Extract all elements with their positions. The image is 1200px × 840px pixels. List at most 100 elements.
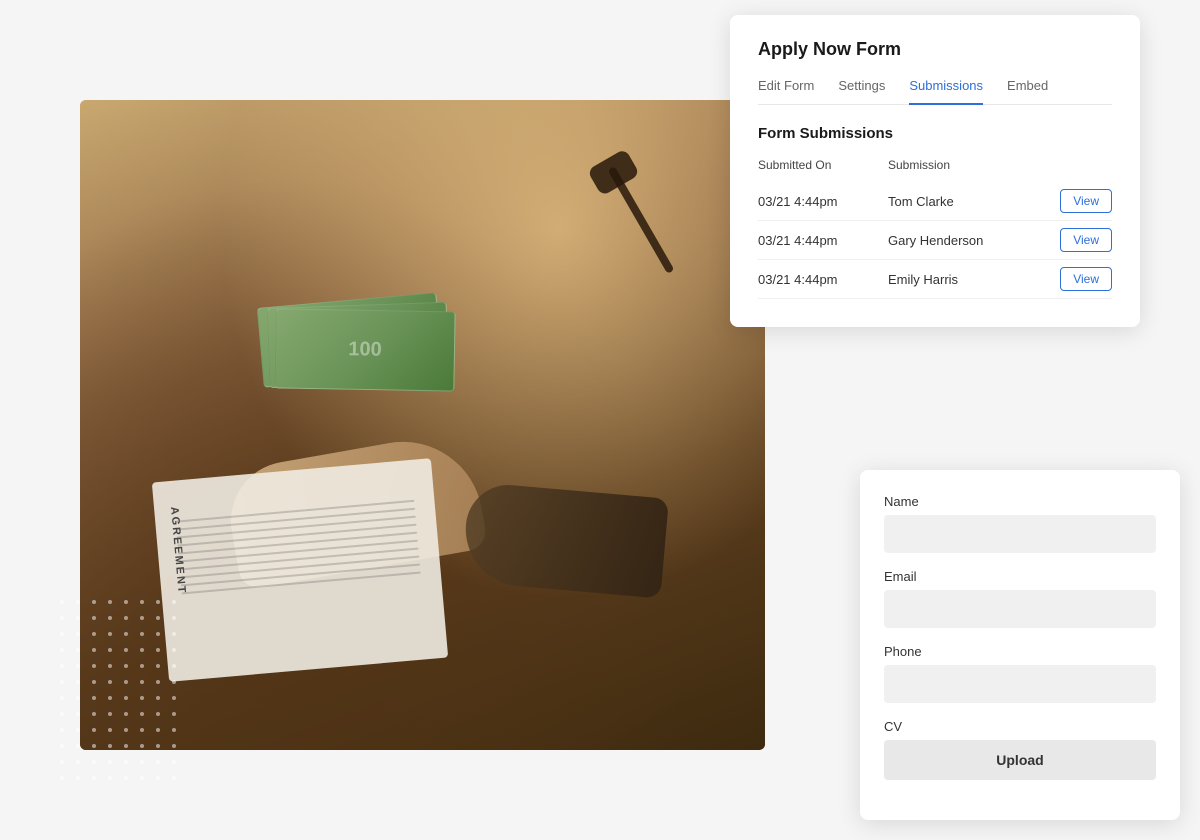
dot bbox=[140, 728, 144, 732]
dot bbox=[156, 696, 160, 700]
tab-bar: Edit Form Settings Submissions Embed bbox=[758, 78, 1112, 105]
dot bbox=[60, 696, 64, 700]
submissions-panel: Apply Now Form Edit Form Settings Submis… bbox=[730, 15, 1140, 327]
dot bbox=[124, 744, 128, 748]
dot bbox=[124, 600, 128, 604]
upload-button[interactable]: Upload bbox=[884, 740, 1156, 780]
dot bbox=[172, 648, 176, 652]
dot bbox=[140, 600, 144, 604]
dot bbox=[92, 696, 96, 700]
row-date-3: 03/21 4:44pm bbox=[758, 272, 888, 287]
dot bbox=[92, 648, 96, 652]
dot bbox=[92, 680, 96, 684]
dot bbox=[124, 728, 128, 732]
dot bbox=[124, 760, 128, 764]
dot bbox=[140, 776, 144, 780]
dot-pattern-decoration bbox=[60, 600, 200, 780]
tab-edit-form[interactable]: Edit Form bbox=[758, 78, 814, 105]
dot bbox=[60, 728, 64, 732]
dot bbox=[76, 696, 80, 700]
phone-input-display[interactable] bbox=[884, 665, 1156, 703]
dot bbox=[172, 632, 176, 636]
form-group-cv: CV Upload bbox=[884, 719, 1156, 780]
dot bbox=[92, 616, 96, 620]
phone-label: Phone bbox=[884, 644, 1156, 659]
dot bbox=[124, 680, 128, 684]
dot bbox=[76, 712, 80, 716]
dot bbox=[108, 776, 112, 780]
dot bbox=[76, 744, 80, 748]
form-group-email: Email bbox=[884, 569, 1156, 628]
dot bbox=[76, 728, 80, 732]
dot bbox=[76, 632, 80, 636]
dot bbox=[76, 760, 80, 764]
tab-submissions[interactable]: Submissions bbox=[909, 78, 983, 105]
dot bbox=[60, 712, 64, 716]
dot bbox=[108, 696, 112, 700]
dot bbox=[124, 664, 128, 668]
dot bbox=[156, 728, 160, 732]
dot bbox=[156, 744, 160, 748]
bill-3 bbox=[274, 308, 455, 391]
dot bbox=[140, 744, 144, 748]
tab-embed[interactable]: Embed bbox=[1007, 78, 1048, 105]
col-header-action bbox=[1052, 158, 1112, 172]
row-action-2: View bbox=[1052, 228, 1112, 252]
dot bbox=[140, 632, 144, 636]
dot bbox=[92, 600, 96, 604]
row-name-2: Gary Henderson bbox=[888, 233, 1052, 248]
name-label: Name bbox=[884, 494, 1156, 509]
dot bbox=[60, 760, 64, 764]
dot bbox=[156, 712, 160, 716]
dot bbox=[92, 776, 96, 780]
dot bbox=[124, 776, 128, 780]
dot bbox=[156, 632, 160, 636]
row-action-3: View bbox=[1052, 267, 1112, 291]
gavel-decoration bbox=[608, 166, 675, 274]
dot bbox=[124, 616, 128, 620]
email-input-display[interactable] bbox=[884, 590, 1156, 628]
form-group-name: Name bbox=[884, 494, 1156, 553]
col-header-submission: Submission bbox=[888, 158, 1052, 172]
dot bbox=[140, 648, 144, 652]
row-name-1: Tom Clarke bbox=[888, 194, 1052, 209]
table-row: 03/21 4:44pm Emily Harris View bbox=[758, 260, 1112, 299]
dot bbox=[156, 600, 160, 604]
dot bbox=[60, 664, 64, 668]
name-input-display[interactable] bbox=[884, 515, 1156, 553]
col-header-date: Submitted On bbox=[758, 158, 888, 172]
dot bbox=[172, 600, 176, 604]
dot bbox=[76, 776, 80, 780]
dot bbox=[92, 664, 96, 668]
dot bbox=[156, 648, 160, 652]
dot bbox=[108, 632, 112, 636]
dot bbox=[156, 776, 160, 780]
dot bbox=[76, 616, 80, 620]
dot bbox=[92, 712, 96, 716]
tab-settings[interactable]: Settings bbox=[838, 78, 885, 105]
hand-right bbox=[461, 481, 669, 598]
dot bbox=[60, 616, 64, 620]
row-name-3: Emily Harris bbox=[888, 272, 1052, 287]
dot bbox=[108, 664, 112, 668]
view-button-2[interactable]: View bbox=[1060, 228, 1112, 252]
dot bbox=[108, 728, 112, 732]
dot bbox=[140, 696, 144, 700]
dot bbox=[140, 616, 144, 620]
doc-lines bbox=[175, 500, 421, 601]
dot bbox=[92, 728, 96, 732]
view-button-3[interactable]: View bbox=[1060, 267, 1112, 291]
dot bbox=[172, 680, 176, 684]
page-container: Apply Now Form Edit Form Settings Submis… bbox=[0, 0, 1200, 840]
dot bbox=[124, 648, 128, 652]
dot bbox=[124, 632, 128, 636]
dot bbox=[172, 728, 176, 732]
form-group-phone: Phone bbox=[884, 644, 1156, 703]
dot bbox=[108, 648, 112, 652]
dot bbox=[156, 616, 160, 620]
view-button-1[interactable]: View bbox=[1060, 189, 1112, 213]
dot bbox=[172, 664, 176, 668]
dot bbox=[92, 632, 96, 636]
panel-title: Apply Now Form bbox=[758, 39, 1112, 60]
dot bbox=[140, 664, 144, 668]
